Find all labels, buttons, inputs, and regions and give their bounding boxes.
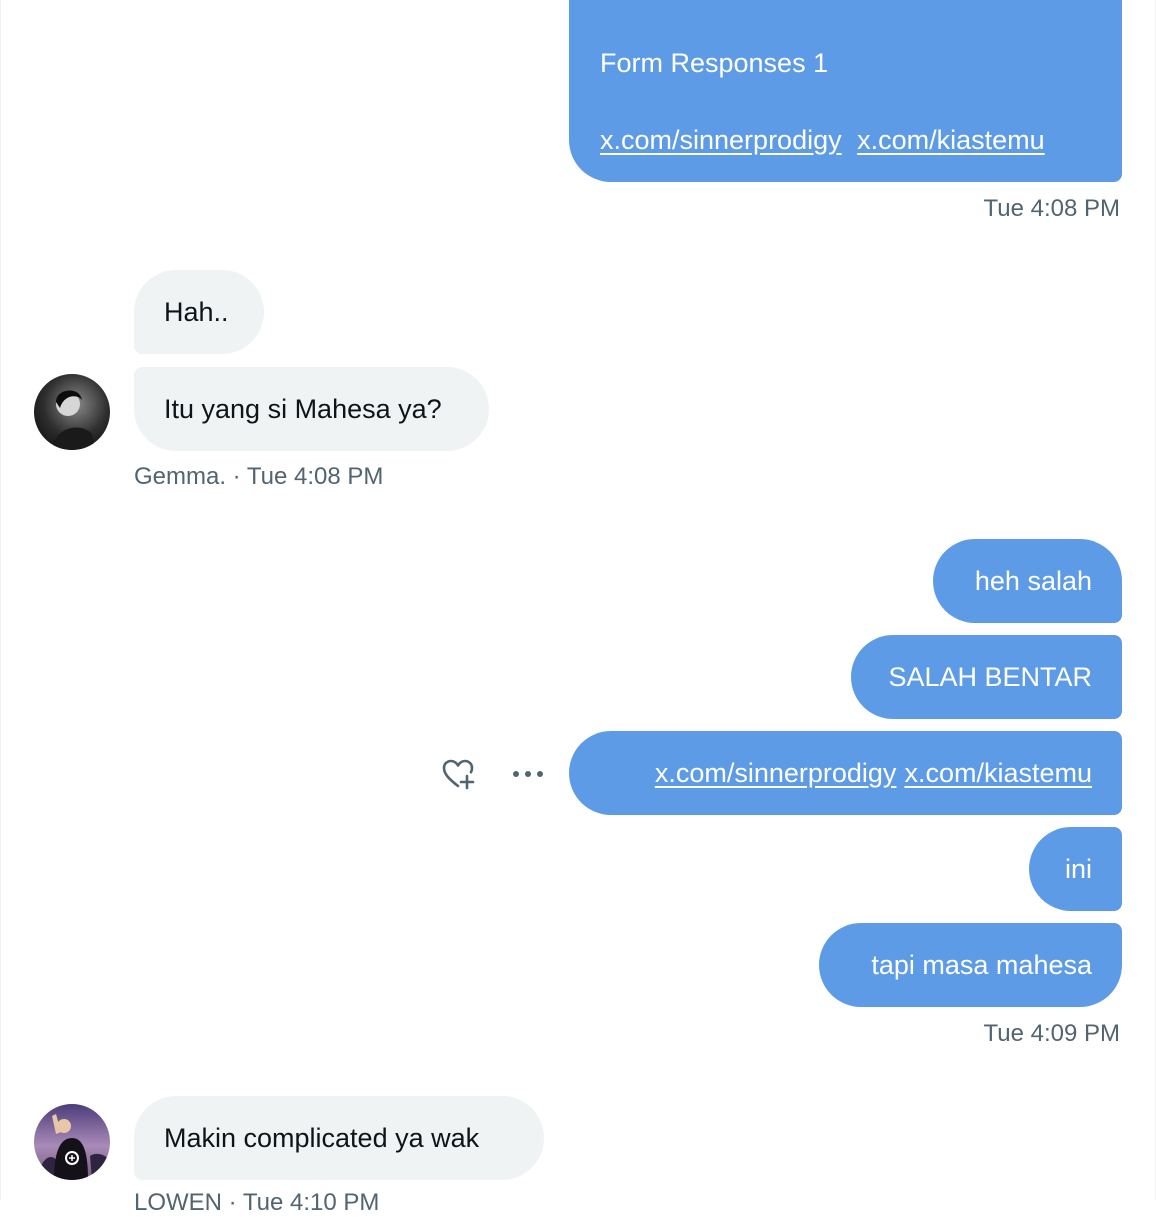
sender-meta-lowen: LOWEN · Tue 4:10 PM — [134, 1189, 380, 1216]
profile-photo-icon — [34, 1104, 110, 1180]
heart-plus-icon — [442, 759, 475, 790]
more-options-button[interactable] — [506, 754, 550, 794]
message-timestamp: Tue 4:08 PM — [983, 195, 1120, 222]
outgoing-message[interactable]: heh salah — [933, 539, 1122, 623]
message-text: tapi masa mahesa — [871, 950, 1092, 980]
message-text: SALAH BENTAR — [888, 662, 1092, 692]
message-text: ini — [1064, 854, 1092, 884]
message-text: heh salah — [974, 566, 1092, 596]
incoming-message[interactable]: Itu yang si Mahesa ya? — [134, 367, 489, 451]
avatar-lowen[interactable] — [34, 1104, 110, 1180]
message-text-form-responses: Form Responses 1 — [600, 48, 829, 78]
link-kiastemu[interactable]: x.com/kiastemu — [904, 756, 1092, 790]
conversation-pane: Form Responses 1 x.com/sinnerprodigy x.c… — [0, 0, 1156, 1216]
outgoing-message[interactable]: SALAH BENTAR — [851, 635, 1122, 719]
outgoing-message-form[interactable]: Form Responses 1 x.com/sinnerprodigy x.c… — [569, 0, 1122, 182]
message-text: Hah.. — [164, 297, 229, 327]
incoming-message[interactable]: Makin complicated ya wak — [134, 1096, 544, 1180]
outgoing-message-links[interactable]: x.com/sinnerprodigy x.com/kiastemu — [569, 731, 1122, 815]
message-links: x.com/sinnerprodigy x.com/kiastemu — [600, 123, 1045, 157]
more-dots-icon — [513, 771, 543, 777]
message-text: Itu yang si Mahesa ya? — [164, 394, 442, 424]
avatar-gemma[interactable] — [34, 374, 110, 450]
link-sinnerprodigy[interactable]: x.com/sinnerprodigy — [655, 756, 897, 790]
message-text: Makin complicated ya wak — [164, 1123, 480, 1153]
react-button[interactable] — [437, 754, 481, 794]
link-kiastemu[interactable]: x.com/kiastemu — [857, 125, 1045, 155]
message-timestamp: Tue 4:09 PM — [983, 1020, 1120, 1047]
incoming-message[interactable]: Hah.. — [134, 270, 264, 354]
sender-meta-gemma: Gemma. · Tue 4:08 PM — [134, 463, 384, 490]
outgoing-message[interactable]: tapi masa mahesa — [819, 923, 1122, 1007]
link-sinnerprodigy[interactable]: x.com/sinnerprodigy — [600, 125, 842, 155]
outgoing-message[interactable]: ini — [1029, 827, 1122, 911]
profile-photo-icon — [34, 374, 110, 450]
